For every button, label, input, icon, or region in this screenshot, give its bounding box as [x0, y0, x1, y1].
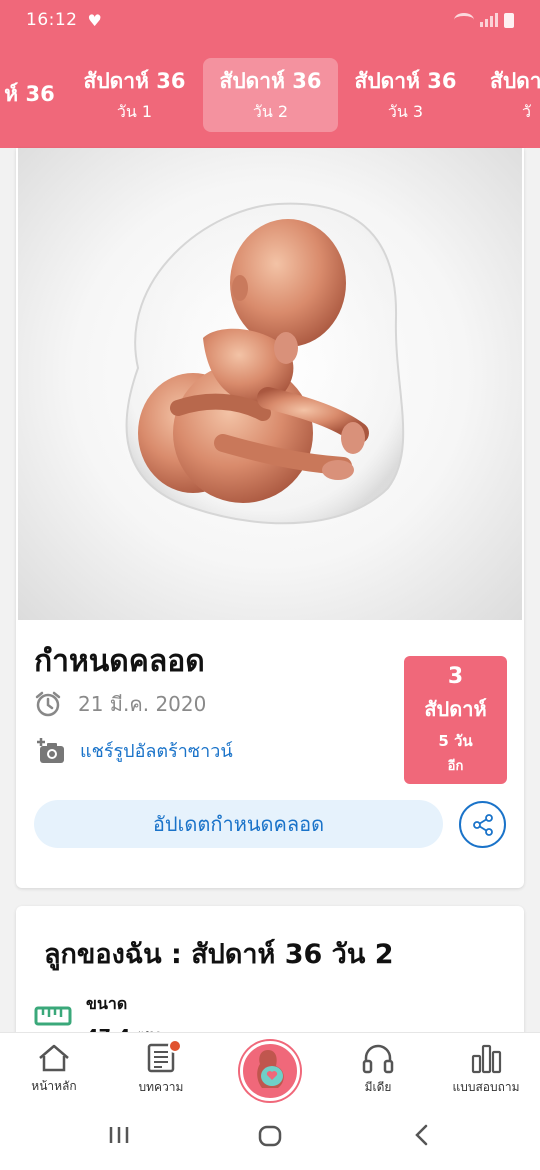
- heart-icon: ♥: [87, 10, 102, 30]
- nav-survey-label: แบบสอบถาม: [452, 1079, 520, 1094]
- share-button[interactable]: [459, 801, 506, 848]
- nav-home[interactable]: หน้าหลัก: [0, 1033, 108, 1105]
- due-date-row: 21 มี.ค. 2020: [34, 688, 206, 720]
- countdown-suffix: อีก: [447, 759, 464, 774]
- ruler-icon: [34, 1006, 72, 1026]
- tab-sublabel: วัน 3: [387, 102, 424, 121]
- update-due-date-button[interactable]: อัปเดตกำหนดคลอด: [34, 800, 443, 848]
- tab-label: สัปดาห์ 36: [83, 69, 186, 93]
- tab-label: ห์ 36: [4, 81, 55, 106]
- fetus-image: [125, 202, 405, 525]
- wifi-icon: [454, 13, 474, 27]
- fetus-illustration: [18, 148, 522, 620]
- tab-sublabel: วัน 2: [252, 102, 289, 121]
- nav-media[interactable]: มีเดีย: [324, 1033, 432, 1105]
- tab-label: สัปดาห์ 36: [219, 69, 322, 93]
- tab-week-36-day-0[interactable]: ห์ 36: [0, 58, 67, 132]
- due-date-card: กำหนดคลอด 21 มี.ค. 2020 แชร์รูปอัลตร้าซา…: [16, 148, 524, 888]
- nav-articles[interactable]: บทความ: [107, 1033, 215, 1105]
- due-date-value: 21 มี.ค. 2020: [78, 692, 207, 716]
- notification-dot: [168, 1039, 182, 1053]
- system-navigation-bar: [0, 1104, 540, 1170]
- nav-media-label: มีเดีย: [364, 1079, 392, 1094]
- signal-icon: [480, 13, 498, 27]
- status-time: 16:12: [26, 10, 78, 30]
- back-icon[interactable]: [410, 1122, 434, 1148]
- alarm-clock-icon: [35, 691, 61, 717]
- share-icon: [472, 813, 493, 836]
- tab-label: สัปดา: [490, 69, 540, 93]
- status-bar: 16:12 ♥: [0, 0, 540, 40]
- countdown-days: 5 วัน: [438, 732, 473, 750]
- tab-week-36-day-3[interactable]: สัปดาห์ 36 วัน 3: [338, 58, 473, 132]
- countdown-weeks-unit: สัปดาห์: [424, 697, 487, 721]
- tab-sublabel: วั: [522, 102, 531, 121]
- nav-pregnancy-center[interactable]: [240, 1041, 300, 1101]
- tab-week-36-day-4[interactable]: สัปดา วั: [473, 58, 540, 132]
- nav-home-label: หน้าหลัก: [31, 1078, 77, 1093]
- share-ultrasound-link[interactable]: แชร์รูปอัลตร้าซาวน์: [80, 736, 233, 765]
- share-ultrasound-row[interactable]: แชร์รูปอัลตร้าซาวน์: [34, 734, 233, 766]
- tab-label: สัปดาห์ 36: [354, 69, 457, 93]
- pregnant-woman-icon: [257, 1050, 284, 1088]
- tab-week-36-day-1[interactable]: สัปดาห์ 36 วัน 1: [67, 58, 202, 132]
- countdown-badge: 3 สัปดาห์ 5 วัน อีก: [404, 656, 507, 784]
- countdown-weeks: 3: [447, 664, 464, 689]
- app-header: 16:12 ♥ ห์ 36 สัปดาห์ 36 วัน 1 สัปดาห์ 3…: [0, 0, 540, 148]
- add-photo-icon: [37, 738, 64, 763]
- my-baby-title: ลูกของฉัน : สัปดาห์ 36 วัน 2: [44, 939, 394, 970]
- nav-articles-label: บทความ: [138, 1079, 184, 1094]
- tab-sublabel: วัน 1: [116, 102, 153, 121]
- bottom-navigation: หน้าหลัก บทความ มีเดีย แบบสอบถาม: [0, 1032, 540, 1104]
- due-date-title: กำหนดคลอด: [34, 644, 205, 679]
- nav-survey[interactable]: แบบสอบถาม: [432, 1033, 540, 1105]
- battery-icon: [504, 12, 514, 28]
- recent-apps-icon[interactable]: [106, 1122, 132, 1148]
- home-button-icon[interactable]: [256, 1122, 284, 1150]
- bar-chart-icon: [471, 1044, 502, 1073]
- headphones-icon: [362, 1044, 394, 1073]
- week-day-tabs: ห์ 36 สัปดาห์ 36 วัน 1 สัปดาห์ 36 วัน 2 …: [0, 56, 540, 132]
- tab-week-36-day-2[interactable]: สัปดาห์ 36 วัน 2: [203, 58, 338, 132]
- home-icon: [39, 1044, 69, 1071]
- baby-size-label: ขนาด: [86, 994, 128, 1013]
